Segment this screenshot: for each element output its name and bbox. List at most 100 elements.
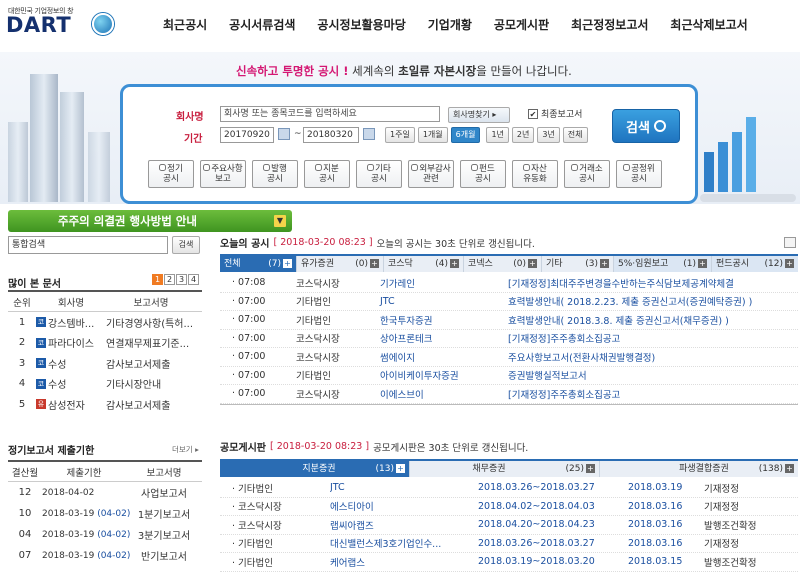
category-major[interactable]: 주요사항 보고: [200, 160, 246, 188]
company-link[interactable]: 상아프론테크: [380, 331, 508, 345]
list-toggle-icon[interactable]: [784, 237, 796, 248]
report-link[interactable]: [기재정정]최대주주변경을수반하는주식담보제공계약체결: [508, 276, 796, 290]
category-equity[interactable]: 지분 공시: [304, 160, 350, 188]
nav-item-search[interactable]: 공시서류검색: [229, 16, 295, 33]
final-report-checkbox[interactable]: ✔: [528, 108, 538, 119]
report-link[interactable]: 기타경영사항(특허...: [106, 315, 198, 330]
category-checkbox[interactable]: [203, 164, 211, 171]
period-1year-button[interactable]: 1년: [486, 127, 509, 143]
page-3-button[interactable]: 3: [176, 274, 187, 285]
company-link[interactable]: 썸에이지: [380, 350, 508, 364]
table-row[interactable]: · 코스닥시장 랩씨아캡즈 2018.04.20~2018.04.23 2018…: [220, 516, 798, 535]
search-button[interactable]: 검색: [612, 109, 680, 143]
company-link[interactable]: 한국투자증권: [380, 313, 508, 327]
table-row[interactable]: · 07:00 코스닥시장 상아프론테크 [기재정정]주주총회소집공고: [220, 330, 798, 348]
category-audit[interactable]: 외부감사 관련: [408, 160, 454, 188]
company-link[interactable]: 케어랩스: [330, 555, 478, 569]
company-link[interactable]: 이에스브이: [380, 387, 508, 401]
tab-debt[interactable]: 채무증권 (25) +: [410, 461, 600, 477]
table-row[interactable]: · 07:08 코스닥시장 기가레인 [기재정정]최대주주변경을수반하는주식담보…: [220, 274, 798, 293]
report-link[interactable]: 연결재무제표기준...: [106, 335, 198, 350]
dart-logo[interactable]: DART: [6, 13, 71, 37]
company-link[interactable]: 아이비케이투자증권: [380, 368, 508, 382]
report-link[interactable]: 증권발행실적보고서: [508, 368, 796, 382]
company-link[interactable]: 파라다이스: [48, 335, 106, 350]
table-row[interactable]: · 07:00 기타법인 한국투자증권 효력발생안내( 2018.3.8. 제출…: [220, 311, 798, 330]
report-link[interactable]: [기재정정]주주총회소집공고: [508, 331, 796, 345]
category-ftc[interactable]: 공정위 공시: [616, 160, 662, 188]
category-checkbox[interactable]: [159, 164, 167, 171]
table-row[interactable]: · 07:00 코스닥시장 이에스브이 [기재정정]주주총회소집공고: [220, 385, 798, 404]
tab-fund[interactable]: 펀드공시 (12) +: [712, 256, 798, 272]
tab-other[interactable]: 기타 (3) +: [542, 256, 614, 272]
category-abs[interactable]: 자산 유동화: [512, 160, 558, 188]
page-2-button[interactable]: 2: [164, 274, 175, 285]
company-link[interactable]: JTC: [330, 482, 478, 493]
plus-icon[interactable]: +: [600, 259, 609, 268]
report-link[interactable]: 기타시장안내: [106, 376, 198, 391]
plus-icon[interactable]: +: [785, 259, 794, 268]
plus-icon[interactable]: +: [396, 464, 405, 473]
report-link[interactable]: 효력발생안내( 2018.2.23. 제출 증권신고서(증권예탁증권) ): [508, 294, 796, 308]
date-to-input[interactable]: 20180320: [303, 127, 359, 143]
period-3year-button[interactable]: 3년: [537, 127, 560, 143]
period-1week-button[interactable]: 1주일: [385, 127, 415, 143]
final-report-option[interactable]: ✔ 최종보고서: [528, 107, 582, 120]
calendar-to-icon[interactable]: [363, 128, 375, 140]
table-row[interactable]: 4 코 수성 기타시장안내: [8, 374, 202, 395]
plus-icon[interactable]: +: [785, 464, 794, 473]
company-find-button[interactable]: 회사명찾기 ▸: [448, 107, 510, 123]
company-link[interactable]: 강스템바...: [48, 315, 106, 330]
category-checkbox[interactable]: [367, 164, 375, 171]
company-link[interactable]: 랩씨아캡즈: [330, 518, 478, 532]
category-fund[interactable]: 펀드 공시: [460, 160, 506, 188]
tab-5percent[interactable]: 5%·임원보고 (1) +: [614, 256, 712, 272]
company-search-input[interactable]: 회사명 또는 종목코드를 입력하세요: [220, 106, 440, 122]
plus-icon[interactable]: +: [283, 259, 292, 268]
tab-derivative[interactable]: 파생결합증권 (138) +: [600, 461, 798, 477]
report-link[interactable]: [기재정정]주주총회소집공고: [508, 387, 796, 401]
category-checkbox[interactable]: [263, 164, 271, 171]
tab-kospi[interactable]: 유가증권 (0) +: [297, 256, 384, 272]
integrated-search-button[interactable]: 검색: [172, 236, 200, 254]
category-checkbox[interactable]: [523, 164, 531, 171]
category-checkbox[interactable]: [411, 164, 419, 171]
plus-icon[interactable]: +: [528, 259, 537, 268]
plus-icon[interactable]: +: [370, 259, 379, 268]
period-6month-button[interactable]: 6개월: [450, 127, 481, 143]
company-link[interactable]: 에스티아이: [330, 499, 478, 513]
table-row[interactable]: · 기타법인 대신밸런스제3호기업인수... 2018.03.26~2018.0…: [220, 535, 798, 553]
company-link[interactable]: 대신밸런스제3호기업인수...: [330, 536, 478, 550]
tab-all[interactable]: 전체 (7) +: [220, 256, 297, 272]
tab-konex[interactable]: 코넥스 (0) +: [464, 256, 542, 272]
report-link[interactable]: 효력발생안내( 2018.3.8. 제출 증권신고서(채무증권) ): [508, 313, 796, 327]
plus-icon[interactable]: +: [698, 259, 707, 268]
report-link[interactable]: 주요사항보고서(전환사채권발행결정): [508, 350, 796, 364]
category-issuance[interactable]: 발행 공시: [252, 160, 298, 188]
table-row[interactable]: · 코스닥시장 에스티아이 2018.04.02~2018.04.03 2018…: [220, 498, 798, 516]
plus-icon[interactable]: +: [586, 464, 595, 473]
nav-item-corrections[interactable]: 최근정정보고서: [571, 16, 648, 33]
company-link[interactable]: 수성: [48, 376, 106, 391]
nav-item-usage[interactable]: 공시정보활용마당: [317, 16, 405, 33]
company-link[interactable]: 수성: [48, 356, 106, 371]
table-row[interactable]: 2 코 파라다이스 연결재무제표기준...: [8, 333, 202, 354]
period-all-button[interactable]: 전체: [562, 127, 588, 143]
table-row[interactable]: · 07:00 기타법인 아이비케이투자증권 증권발행실적보고서: [220, 367, 798, 385]
table-row[interactable]: 3 코 수성 감사보고서제출: [8, 353, 202, 374]
company-link[interactable]: JTC: [380, 296, 508, 307]
date-from-input[interactable]: 20170920: [220, 127, 274, 143]
page-1-button[interactable]: 1: [152, 274, 163, 285]
integrated-search-input[interactable]: 통합검색: [8, 236, 168, 254]
period-2year-button[interactable]: 2년: [511, 127, 535, 143]
category-checkbox[interactable]: [623, 164, 631, 171]
tab-equity[interactable]: 지분증권 (13) +: [220, 461, 410, 477]
nav-item-deleted[interactable]: 최근삭제보고서: [670, 16, 747, 33]
page-4-button[interactable]: 4: [188, 274, 199, 285]
table-row[interactable]: · 07:00 기타법인 JTC 효력발생안내( 2018.2.23. 제출 증…: [220, 293, 798, 311]
category-checkbox[interactable]: [471, 164, 479, 171]
table-row[interactable]: · 기타법인 JTC 2018.03.26~2018.03.27 2018.03…: [220, 479, 798, 498]
period-1month-button[interactable]: 1개월: [417, 127, 448, 143]
category-other[interactable]: 기타 공시: [356, 160, 402, 188]
nav-item-company[interactable]: 기업개황: [428, 16, 472, 33]
